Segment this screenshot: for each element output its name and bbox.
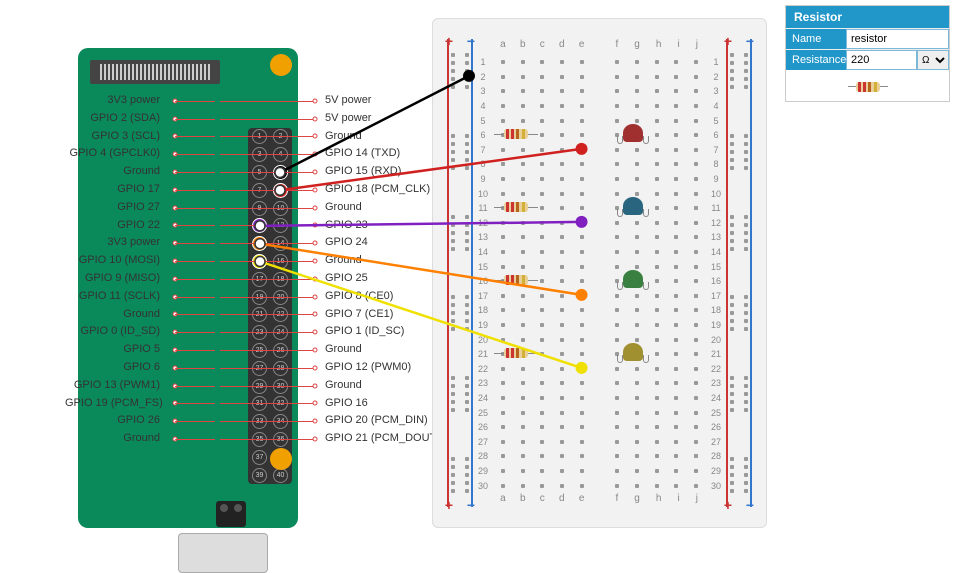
gpio-label-5: GPIO 3 (SCL) [65,128,215,146]
gpio-pin-37[interactable]: 37 [252,450,267,465]
gpio-label-3: GPIO 2 (SDA) [65,110,215,128]
breadboard-rail-left: + − + − [445,39,475,507]
gpio-label-11: GPIO 17 [65,181,215,199]
gpio-pin-40[interactable]: 40 [273,468,288,483]
resistor-icon [786,70,949,101]
gpio-label-9: Ground [65,163,215,181]
led-red[interactable] [623,124,643,142]
gpio-label-35: GPIO 19 (PCM_FS) [65,395,215,413]
led-green[interactable] [623,270,643,288]
gpio-label-33: GPIO 13 (PWM1) [65,377,215,395]
gpio-labels-left: 3V3 powerGPIO 2 (SDA)GPIO 3 (SCL)GPIO 4 … [65,92,215,448]
pi-chip [216,501,246,527]
resistance-label: Resistance [786,50,846,70]
panel-title: Resistor [786,6,949,28]
property-panel: Resistor Name Resistance Ω [785,5,950,102]
breadboard-rail-right: + − + − [724,39,754,507]
pi-display-connector [90,60,220,84]
gpio-label-39: Ground [65,430,215,448]
gpio-label-29: GPIO 5 [65,341,215,359]
gpio-label-31: GPIO 6 [65,359,215,377]
gpio-label-37: GPIO 26 [65,412,215,430]
resistance-unit-select[interactable]: Ω [917,50,949,70]
gpio-label-15: GPIO 22 [65,217,215,235]
led-yellow[interactable] [623,343,643,361]
name-label: Name [786,29,846,49]
gpio-label-27: GPIO 0 (ID_SD) [65,323,215,341]
led-blue[interactable] [623,197,643,215]
gpio-label-17: 3V3 power [65,234,215,252]
gpio-label-1: 3V3 power [65,92,215,110]
resistor-3[interactable] [494,274,538,286]
pi-usb-port [178,533,268,573]
gpio-label-21: GPIO 9 (MISO) [65,270,215,288]
resistance-input[interactable] [846,50,917,70]
gpio-pin-38[interactable]: 38 [273,450,288,465]
resistor-2[interactable] [494,201,538,213]
breadboard-main: abcde 1234567891011121314151617181920212… [493,39,706,507]
gpio-label-13: GPIO 27 [65,199,215,217]
gpio-label-19: GPIO 10 (MOSI) [65,252,215,270]
resistor-4[interactable] [494,347,538,359]
resistor-1[interactable] [494,128,538,140]
gpio-label-23: GPIO 11 (SCLK) [65,288,215,306]
breadboard[interactable]: + − + − + − + − abcde 123456789101112131… [432,18,767,528]
name-input[interactable] [846,29,949,49]
gpio-header: 1234567891011121314151617181920212223242… [248,128,292,484]
gpio-label-25: Ground [65,306,215,324]
gpio-pin-39[interactable]: 39 [252,468,267,483]
gpio-label-7: GPIO 4 (GPCLK0) [65,145,215,163]
